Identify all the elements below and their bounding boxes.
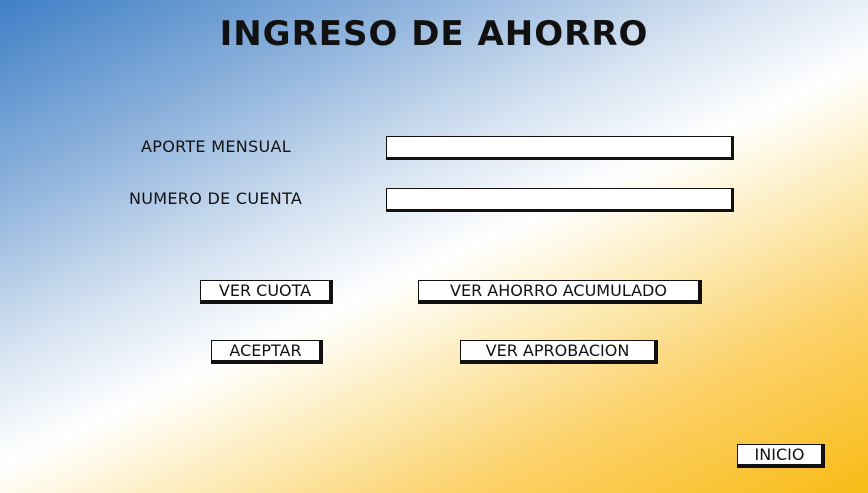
ver-aprobacion-button[interactable]: VER APROBACION (460, 340, 658, 364)
monthly-contribution-input[interactable] (386, 136, 734, 160)
page-title: INGRESO DE AHORRO (219, 14, 649, 54)
account-number-input[interactable] (386, 188, 734, 212)
inicio-button[interactable]: INICIO (737, 444, 825, 468)
ver-ahorro-acumulado-button[interactable]: VER AHORRO ACUMULADO (418, 280, 702, 304)
monthly-contribution-label: APORTE MENSUAL (141, 137, 291, 156)
aceptar-button[interactable]: ACEPTAR (211, 340, 323, 364)
account-number-label: NUMERO DE CUENTA (129, 189, 303, 208)
ver-cuota-button[interactable]: VER CUOTA (200, 280, 333, 304)
